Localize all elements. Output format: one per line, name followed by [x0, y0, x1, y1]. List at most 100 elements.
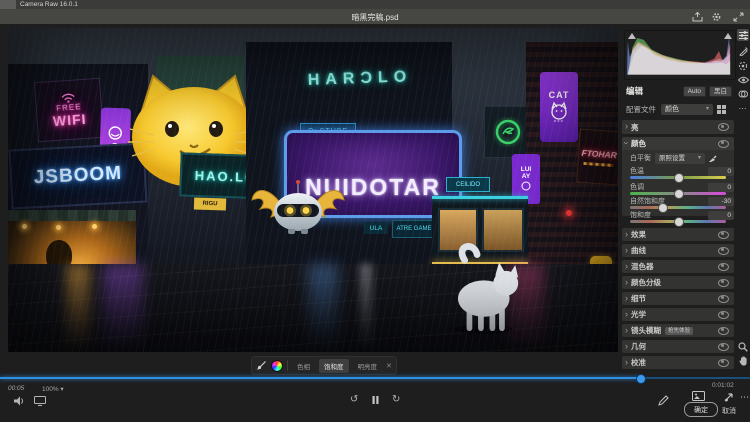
rain-overlay — [8, 28, 618, 352]
tint-slider[interactable] — [630, 192, 726, 195]
targeted-adjustment-toolbar: 色相 饱和度 明亮度 ✕ — [251, 356, 397, 375]
current-timecode: 00:05 — [8, 385, 24, 392]
tool-column: ⋯ — [736, 28, 750, 378]
eye-icon[interactable] — [718, 359, 729, 367]
tab-hue[interactable]: 色相 — [292, 359, 315, 373]
section-calibration[interactable]: ›校准 — [622, 356, 734, 369]
audio-icon[interactable] — [14, 396, 25, 406]
gear-icon[interactable] — [711, 12, 722, 22]
preview-image-icon[interactable] — [692, 391, 705, 401]
section-color-grading[interactable]: ›颜色分级 — [622, 276, 734, 289]
section-lens-blur[interactable]: ›镜头模糊抢先体验 — [622, 324, 734, 337]
ok-button[interactable]: 确定 — [684, 402, 718, 417]
section-light[interactable]: › 亮 — [622, 120, 734, 134]
eye-icon[interactable] — [718, 279, 729, 287]
close-icon[interactable]: ✕ — [386, 362, 392, 370]
color-wheel-icon[interactable] — [271, 360, 283, 372]
eye-icon[interactable] — [718, 295, 729, 303]
saturation-label: 饱和度 — [630, 210, 651, 220]
camera-raw-window: Camera Raw 16.0.1 暗黑完稿.psd FREE WIFI — [0, 0, 750, 422]
eye-icon[interactable] — [718, 311, 729, 319]
presets-tool-icon[interactable] — [737, 88, 749, 100]
edit-tool-icon[interactable] — [737, 29, 749, 41]
edit-in-photoshop-icon[interactable] — [658, 395, 669, 406]
monitor-icon[interactable] — [34, 396, 46, 406]
eyedropper-icon[interactable] — [708, 154, 717, 163]
image-canvas[interactable]: FREE WIFI JSBOOM 00K — [8, 28, 618, 352]
section-optics[interactable]: ›光学 — [622, 308, 734, 321]
section-label: 效果 — [631, 229, 646, 240]
section-geometry[interactable]: ›几何 — [622, 340, 734, 353]
next-frame-icon[interactable]: ↻ — [392, 394, 400, 405]
wb-label: 白平衡 — [630, 153, 651, 163]
vibrance-slider[interactable] — [630, 206, 726, 209]
cancel-button[interactable]: 取消 — [722, 406, 736, 416]
section-detail[interactable]: ›细节 — [622, 292, 734, 305]
profile-label: 配置文件 — [626, 104, 656, 115]
more-options-icon[interactable]: ⋯ — [740, 392, 749, 403]
eye-icon[interactable] — [718, 123, 729, 131]
wb-dropdown[interactable]: 原照设置 ▾ — [655, 153, 705, 164]
saturation-slider[interactable] — [630, 220, 726, 223]
eye-icon[interactable] — [718, 263, 729, 271]
section-label: 细节 — [631, 293, 646, 304]
duration-timecode: 0:01:02 — [712, 382, 734, 389]
section-color-header[interactable]: › 颜色 — [622, 137, 734, 150]
healing-tool-icon[interactable] — [737, 45, 749, 57]
vibrance-row: 自然饱和度 -30 — [630, 196, 734, 206]
point-color-icon[interactable] — [256, 360, 267, 371]
pause-icon[interactable] — [372, 396, 379, 404]
section-label: 镜头模糊 — [631, 325, 661, 336]
previous-frame-icon[interactable]: ↺ — [350, 394, 358, 405]
section-label: 光学 — [631, 309, 646, 320]
more-tools-icon[interactable]: ⋯ — [737, 102, 749, 114]
temp-slider[interactable] — [630, 176, 726, 179]
hand-tool-icon[interactable] — [737, 355, 749, 367]
window-titlebar: Camera Raw 16.0.1 — [0, 0, 750, 9]
app-title: Camera Raw 16.0.1 — [20, 0, 78, 9]
temp-value[interactable]: 0 — [708, 167, 734, 176]
highlight-clipping-icon[interactable] — [724, 33, 732, 39]
bw-button[interactable]: 黑白 — [709, 86, 732, 97]
eye-icon[interactable] — [718, 247, 729, 255]
zoom-level-dropdown[interactable]: 100% ▾ — [42, 385, 64, 393]
auto-button[interactable]: Auto — [683, 86, 706, 97]
section-color-mixer[interactable]: ›混色器 — [622, 260, 734, 273]
tint-value[interactable]: 0 — [708, 183, 734, 192]
profile-value: 颜色 — [665, 104, 679, 115]
masking-tool-icon[interactable] — [737, 60, 749, 72]
eye-icon[interactable] — [718, 343, 729, 351]
ok-button-label: 确定 — [694, 405, 708, 415]
vibrance-value[interactable]: -30 — [708, 197, 734, 206]
tab-luminance[interactable]: 明亮度 — [353, 359, 383, 373]
section-curves[interactable]: ›曲线 — [622, 244, 734, 257]
zoom-tool-icon[interactable] — [737, 341, 749, 353]
fullscreen-icon[interactable] — [733, 12, 744, 22]
app-icon — [0, 0, 16, 9]
document-header: 暗黑完稿.psd — [0, 9, 750, 24]
section-label: 混色器 — [631, 261, 654, 272]
wb-value: 原照设置 — [659, 153, 685, 164]
profile-dropdown[interactable]: 颜色 ▾ — [661, 104, 713, 115]
eye-icon[interactable] — [718, 231, 729, 239]
saturation-value[interactable]: 0 — [708, 211, 734, 220]
white-balance-row: 白平衡 原照设置 ▾ — [630, 152, 734, 164]
eye-icon[interactable] — [718, 327, 729, 335]
section-effects[interactable]: ›效果 — [622, 228, 734, 241]
red-eye-tool-icon[interactable] — [737, 74, 749, 86]
shadow-clipping-icon[interactable] — [628, 33, 636, 39]
histogram[interactable] — [624, 30, 736, 80]
timeline-progress — [0, 377, 640, 379]
zoom-level-value: 100% — [42, 386, 59, 393]
document-filename: 暗黑完稿.psd — [0, 12, 750, 23]
chevron-down-icon: › — [622, 141, 632, 144]
open-arrow-icon[interactable] — [724, 392, 734, 402]
slider-thumb[interactable] — [674, 217, 684, 227]
eye-icon[interactable] — [718, 140, 729, 148]
export-icon[interactable] — [692, 12, 703, 22]
profile-browser-icon[interactable] — [717, 105, 726, 114]
edit-panel-title: 编辑 — [626, 85, 643, 97]
section-label: 颜色分级 — [631, 277, 661, 288]
tab-saturation[interactable]: 饱和度 — [319, 359, 349, 373]
playhead-handle[interactable] — [636, 374, 646, 384]
